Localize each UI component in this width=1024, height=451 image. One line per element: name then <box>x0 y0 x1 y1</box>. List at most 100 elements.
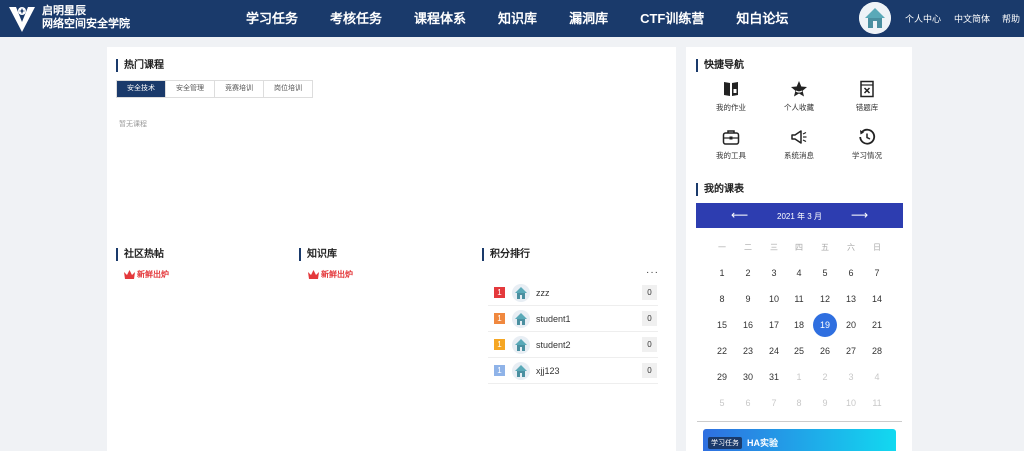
calendar-day[interactable]: 19 <box>813 313 837 337</box>
avatar <box>512 362 530 380</box>
ranking-row[interactable]: 1 student1 0 <box>488 307 658 332</box>
knowledge-fresh-label: 新鲜出炉 <box>321 270 353 279</box>
user-avatar[interactable] <box>859 2 891 34</box>
calendar-day[interactable]: 21 <box>865 313 889 337</box>
rank-number-badge: 1 <box>494 313 505 324</box>
calendar-day[interactable]: 15 <box>710 313 734 337</box>
nav-assessment-tasks[interactable]: 考核任务 <box>330 0 382 37</box>
avatar <box>512 310 530 328</box>
language-selector[interactable]: 中文简体 <box>954 12 990 25</box>
calendar-day[interactable]: 2 <box>813 365 837 389</box>
calendar-day[interactable]: 13 <box>839 287 863 311</box>
calendar-day[interactable]: 23 <box>736 339 760 363</box>
calendar-day[interactable]: 20 <box>839 313 863 337</box>
calendar-day[interactable]: 9 <box>813 391 837 415</box>
tab-security-management[interactable]: 安全管理 <box>166 81 215 97</box>
community-posts-title: 社区热帖 <box>116 248 164 261</box>
calendar-day[interactable]: 11 <box>787 287 811 311</box>
ranking-row[interactable]: 1 xjj123 0 <box>488 359 658 384</box>
calendar-day[interactable]: 30 <box>736 365 760 389</box>
calendar-day[interactable]: 26 <box>813 339 837 363</box>
nav-knowledge-base[interactable]: 知识库 <box>498 0 537 37</box>
calendar-day[interactable]: 7 <box>762 391 786 415</box>
no-courses-text: 暂无课程 <box>119 121 147 128</box>
calendar-day[interactable]: 27 <box>839 339 863 363</box>
wrong-questions-icon <box>860 80 874 98</box>
knowledge-fresh-link[interactable]: 新鲜出炉 <box>308 269 353 280</box>
quick-nav-wrong-questions[interactable]: 错题库 <box>832 80 902 113</box>
quick-nav-messages[interactable]: 系统消息 <box>764 128 834 161</box>
calendar-day[interactable]: 17 <box>762 313 786 337</box>
calendar-day[interactable]: 25 <box>787 339 811 363</box>
calendar-day[interactable]: 6 <box>736 391 760 415</box>
nav-forum[interactable]: 知白论坛 <box>736 0 788 37</box>
ranking-row[interactable]: 1 student2 0 <box>488 333 658 358</box>
calendar-day[interactable]: 1 <box>710 261 734 285</box>
calendar-header: ⟵ 2021 年 3 月 ⟶ <box>696 203 903 228</box>
quick-nav-progress[interactable]: 学习情况 <box>832 128 902 161</box>
quick-nav-wrong-questions-label: 错题库 <box>855 103 879 112</box>
help-link[interactable]: 帮助 <box>1002 12 1020 25</box>
calendar-day[interactable]: 2 <box>736 261 760 285</box>
calendar-day[interactable]: 7 <box>865 261 889 285</box>
calendar-day[interactable]: 8 <box>787 391 811 415</box>
avatar <box>512 284 530 302</box>
calendar-day[interactable]: 28 <box>865 339 889 363</box>
quick-nav-tools[interactable]: 我的工具 <box>696 128 766 161</box>
calendar-day[interactable]: 18 <box>787 313 811 337</box>
calendar-day[interactable]: 1 <box>787 365 811 389</box>
calendar-day[interactable]: 3 <box>762 261 786 285</box>
brand-line-2: 网络空间安全学院 <box>42 18 130 30</box>
calendar-day[interactable]: 5 <box>813 261 837 285</box>
rank-number-badge: 1 <box>494 287 505 298</box>
learning-task-card[interactable]: 学习任务 HA实验 <box>703 429 896 451</box>
toolbox-icon <box>722 130 740 145</box>
ranking-more-button[interactable]: ··· <box>646 267 659 278</box>
calendar-day[interactable]: 29 <box>710 365 734 389</box>
quick-nav-favorites-label: 个人收藏 <box>784 103 814 112</box>
community-fresh-label: 新鲜出炉 <box>137 270 169 279</box>
nav-vulnerability-db[interactable]: 漏洞库 <box>569 0 608 37</box>
star-icon <box>791 81 807 97</box>
calendar-day[interactable]: 4 <box>865 365 889 389</box>
community-fresh-link[interactable]: 新鲜出炉 <box>124 269 169 280</box>
calendar-day[interactable]: 3 <box>839 365 863 389</box>
nav-ctf-camp[interactable]: CTF训练营 <box>640 0 704 37</box>
quick-nav-homework[interactable]: 我的作业 <box>696 80 766 113</box>
quick-nav-messages-label: 系统消息 <box>784 151 814 160</box>
calendar-day[interactable]: 12 <box>813 287 837 311</box>
quick-nav-tools-label: 我的工具 <box>716 151 746 160</box>
calendar-day[interactable]: 31 <box>762 365 786 389</box>
ranking-row[interactable]: 1 zzz 0 <box>488 281 658 306</box>
tab-security-tech[interactable]: 安全技术 <box>117 81 166 97</box>
quick-nav-title: 快捷导航 <box>696 59 744 72</box>
calendar-day[interactable]: 14 <box>865 287 889 311</box>
logo-icon[interactable] <box>7 4 37 34</box>
personal-center-link[interactable]: 个人中心 <box>905 12 941 25</box>
calendar-day[interactable]: 9 <box>736 287 760 311</box>
calendar-weekday: 日 <box>873 243 881 252</box>
calendar-day[interactable]: 10 <box>762 287 786 311</box>
avatar <box>512 336 530 354</box>
calendar-day[interactable]: 16 <box>736 313 760 337</box>
tab-job-training[interactable]: 岗位培训 <box>264 81 312 97</box>
calendar-day[interactable]: 8 <box>710 287 734 311</box>
rank-number-badge: 1 <box>494 365 505 376</box>
quick-nav-favorites[interactable]: 个人收藏 <box>764 80 834 113</box>
calendar-day[interactable]: 10 <box>839 391 863 415</box>
brand-name[interactable]: 启明星辰 网络空间安全学院 <box>42 5 130 31</box>
nav-course-system[interactable]: 课程体系 <box>414 0 466 37</box>
calendar-day[interactable]: 5 <box>710 391 734 415</box>
points-ranking-title: 积分排行 <box>482 248 530 261</box>
calendar-day[interactable]: 4 <box>787 261 811 285</box>
nav-learning-tasks[interactable]: 学习任务 <box>246 0 298 37</box>
quick-nav-progress-label: 学习情况 <box>852 151 882 160</box>
calendar-day[interactable]: 6 <box>839 261 863 285</box>
next-month-arrow-icon[interactable]: ⟶ <box>851 208 868 222</box>
rank-user-name: student2 <box>536 340 571 350</box>
calendar-day[interactable]: 22 <box>710 339 734 363</box>
calendar-day[interactable]: 24 <box>762 339 786 363</box>
avatar-icon <box>859 2 891 34</box>
calendar-day[interactable]: 11 <box>865 391 889 415</box>
tab-competition-training[interactable]: 竞赛培训 <box>215 81 264 97</box>
